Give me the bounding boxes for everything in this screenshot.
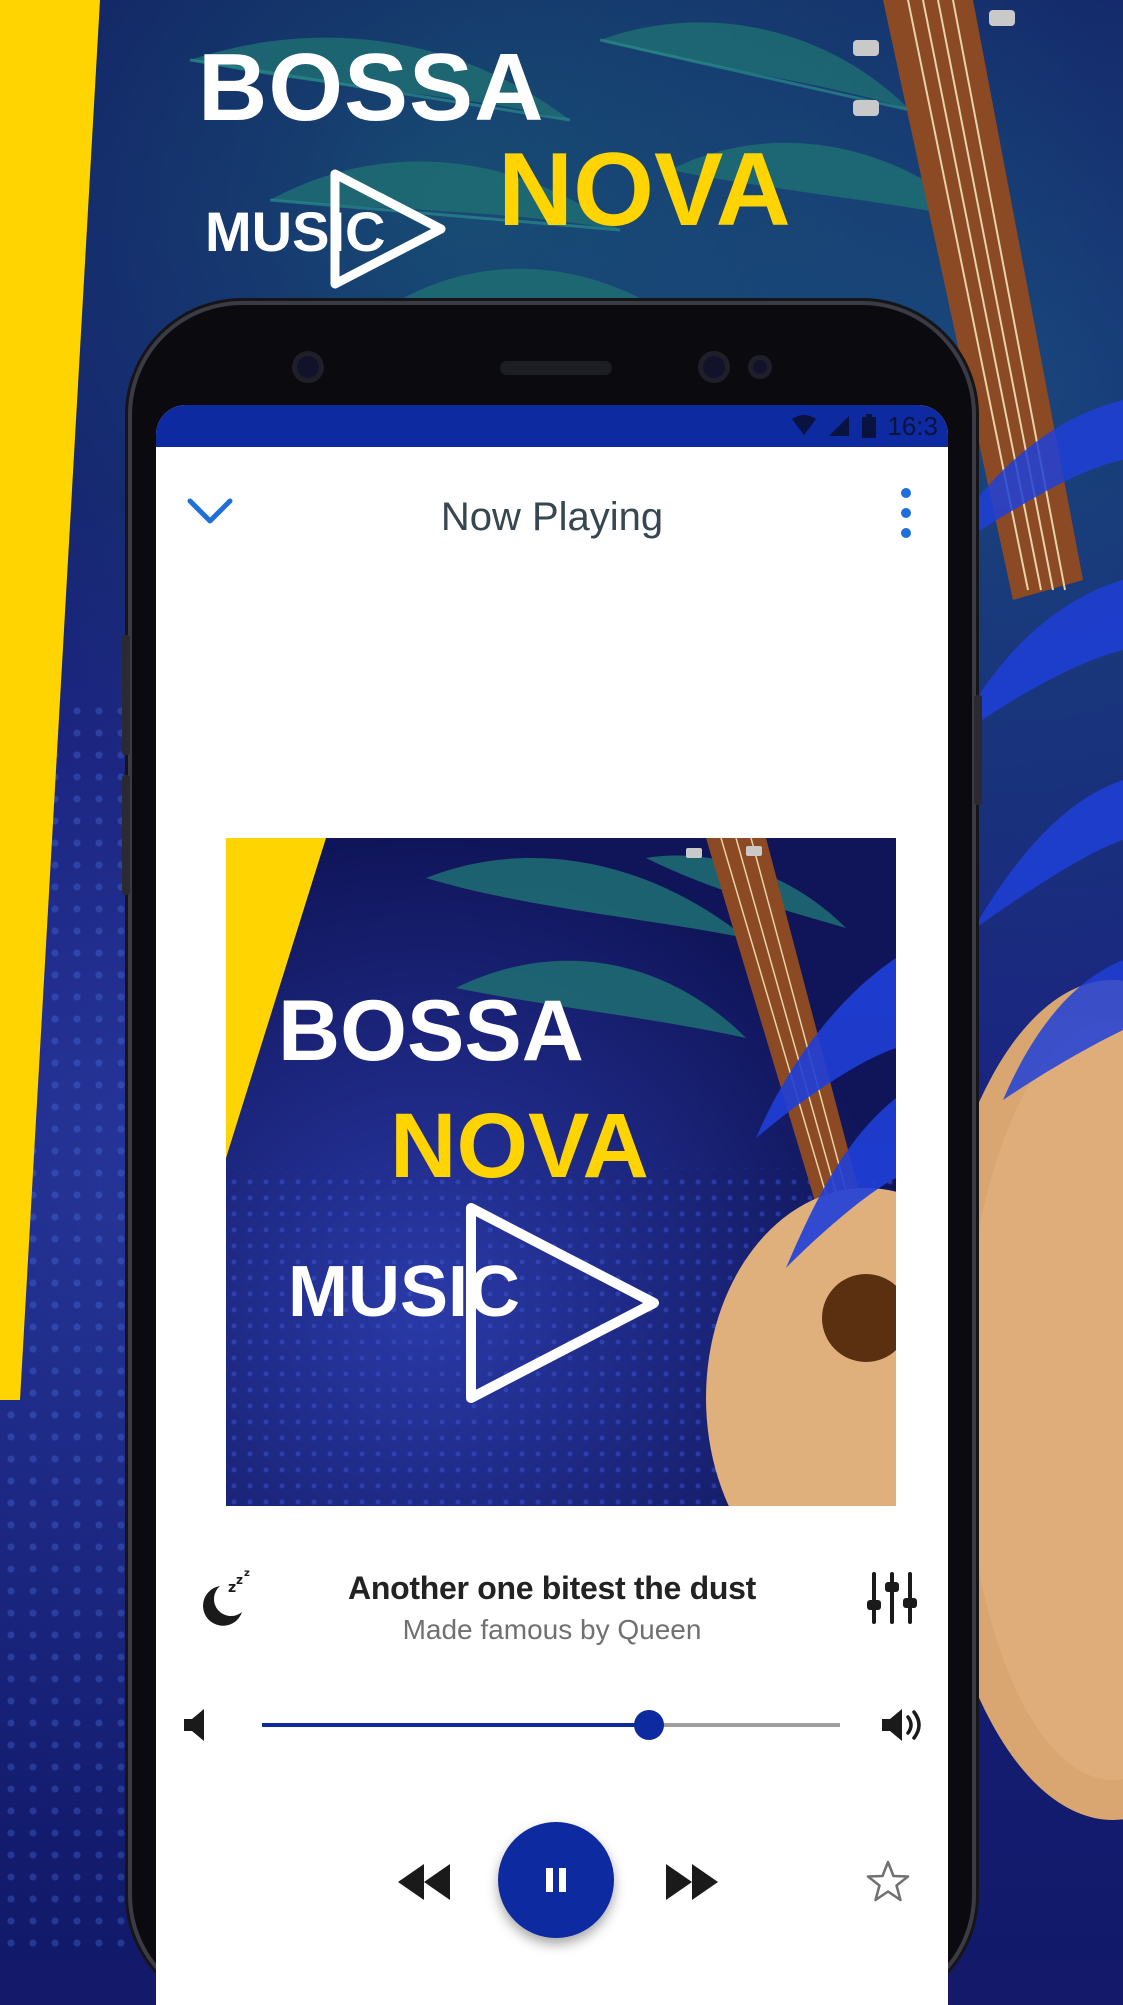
svg-text:z: z	[244, 1568, 250, 1579]
promo-music-logo: MUSIC	[205, 160, 465, 300]
album-title-nova: NOVA	[390, 1095, 649, 1197]
volume-low-icon[interactable]	[180, 1705, 210, 1745]
star-outline-icon[interactable]	[864, 1858, 912, 1906]
status-time: 16:3	[887, 410, 938, 441]
track-title: Another one bitest the dust	[348, 1570, 756, 1606]
equalizer-icon[interactable]	[864, 1570, 920, 1626]
phone-front-sensor	[292, 351, 324, 383]
signal-icon	[829, 416, 850, 436]
svg-text:z: z	[236, 1573, 243, 1587]
album-music-label: MUSIC	[288, 1252, 520, 1332]
sleep-timer-icon[interactable]: z z z	[192, 1566, 256, 1630]
status-icons: 16:3	[791, 411, 938, 441]
volume-high-icon[interactable]	[880, 1705, 928, 1745]
svg-text:z: z	[228, 1580, 236, 1596]
phone-speaker	[500, 361, 612, 375]
album-title-bossa: BOSSA	[278, 983, 584, 1079]
phone-front-camera	[698, 351, 730, 383]
pause-icon	[546, 1868, 566, 1892]
phone-frame: 16:3 Now Playing BOSSA NOVA MUSIC z z z …	[122, 305, 982, 2005]
volume-slider-thumb[interactable]	[634, 1710, 665, 1740]
playback-controls	[156, 1810, 948, 1950]
play-pause-button[interactable]	[498, 1822, 614, 1938]
rewind-icon[interactable]	[396, 1862, 452, 1902]
track-info-row: z z z Another one bitest the dust Made f…	[156, 1560, 948, 1670]
promo-title-bossa: BOSSA	[198, 34, 545, 141]
track-subtitle: Made famous by Queen	[402, 1614, 702, 1645]
page-title: Now Playing	[440, 495, 664, 539]
promo-title-nova: NOVA	[498, 132, 791, 248]
volume-row	[156, 1695, 948, 1755]
app-screen: 16:3 Now Playing BOSSA NOVA MUSIC z z z …	[156, 405, 948, 2005]
phone-sensor	[748, 355, 772, 379]
battery-icon	[862, 414, 877, 438]
volume-slider-fill	[262, 1723, 650, 1727]
status-bar: 16:3	[156, 405, 948, 447]
phone-volume-button	[122, 635, 130, 755]
volume-slider[interactable]	[262, 1710, 840, 1740]
fast-forward-icon[interactable]	[664, 1862, 720, 1902]
album-artwork: BOSSA NOVA MUSIC	[226, 838, 896, 1506]
phone-power-button	[974, 695, 982, 805]
wifi-icon	[792, 415, 817, 435]
phone-volume-button	[122, 775, 130, 895]
yellow-accent-stripe	[0, 0, 100, 1400]
app-bar: Now Playing	[156, 447, 948, 577]
more-vertical-icon[interactable]	[896, 485, 916, 541]
play-logo-icon	[330, 169, 446, 289]
